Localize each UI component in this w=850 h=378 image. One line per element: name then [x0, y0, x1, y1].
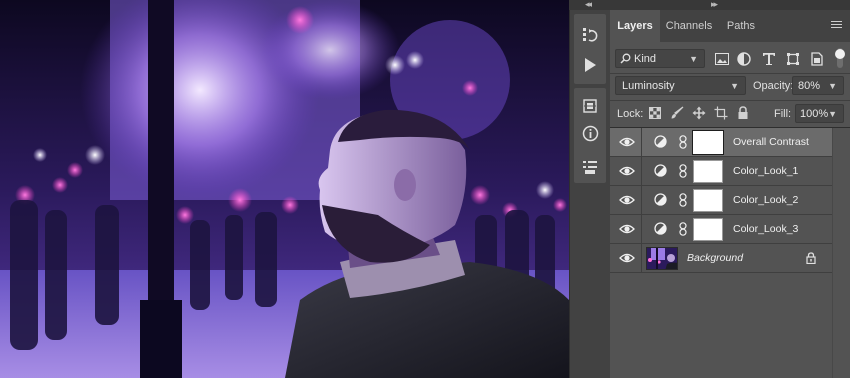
layer-row-overall-contrast[interactable]: Overall Contrast: [610, 128, 834, 157]
layers-panel: ▸▸ Layers Channels Paths Kind ▼ Luminosi…: [610, 0, 850, 378]
document-canvas[interactable]: [0, 0, 569, 378]
layer-mask-thumbnail[interactable]: [693, 189, 723, 212]
background-thumbnail-image: [647, 248, 677, 269]
mask-link-icon[interactable]: [679, 164, 687, 178]
libraries-icon: [583, 99, 597, 113]
layer-row-color-look-2[interactable]: Color_Look_2: [610, 186, 834, 215]
mask-link-icon[interactable]: [679, 193, 687, 207]
lock-pixels-button[interactable]: [668, 104, 686, 122]
layer-name[interactable]: Background: [687, 252, 743, 264]
history-button[interactable]: [574, 20, 606, 50]
filter-adjustment-button[interactable]: [735, 50, 753, 68]
checkerboard-icon: [649, 107, 661, 119]
adjustment-layer-icon: [654, 193, 667, 206]
blend-mode-select[interactable]: Luminosity ▼: [615, 76, 746, 95]
adjustment-circle-icon: [737, 52, 751, 66]
chevron-down-icon: ▼: [828, 109, 837, 119]
panel-tabs: Layers Channels Paths: [610, 10, 850, 42]
layer-name[interactable]: Color_Look_1: [733, 165, 798, 177]
panel-collapse-bar[interactable]: ▸▸: [610, 0, 850, 10]
properties-button[interactable]: [574, 152, 606, 182]
play-actions-icon: [585, 58, 596, 72]
tab-channels[interactable]: Channels: [660, 10, 718, 42]
layer-name[interactable]: Overall Contrast: [733, 136, 809, 148]
layer-image-thumbnail[interactable]: [646, 247, 678, 270]
fill-field[interactable]: 100% ▼: [795, 104, 844, 123]
lock-icon: [806, 252, 816, 264]
opacity-value: 80%: [798, 80, 821, 92]
history-icon: [583, 28, 598, 42]
lock-position-button[interactable]: [690, 104, 708, 122]
layer-row-color-look-1[interactable]: Color_Look_1: [610, 157, 834, 186]
opacity-label: Opacity:: [753, 80, 794, 92]
shape-icon: [787, 53, 799, 65]
mask-link-icon[interactable]: [679, 222, 687, 236]
layers-scrollbar[interactable]: [832, 128, 850, 378]
collapse-chevron-icon[interactable]: ◂◂: [585, 0, 592, 10]
filter-pixel-button[interactable]: [713, 50, 731, 68]
info-button[interactable]: [574, 118, 606, 148]
divider: [610, 100, 850, 101]
brush-icon: [671, 106, 684, 119]
tab-paths[interactable]: Paths: [718, 10, 764, 42]
lock-artboard-button[interactable]: [712, 104, 730, 122]
chevron-down-icon: ▼: [689, 54, 698, 64]
adjustment-layer-icon: [654, 135, 667, 148]
libraries-button[interactable]: [574, 91, 606, 121]
lock-icon: [738, 106, 748, 119]
canvas-photo: [0, 0, 569, 378]
properties-icon: [583, 161, 597, 174]
search-icon: [620, 53, 631, 64]
layer-mask-thumbnail[interactable]: [693, 160, 723, 183]
fill-value: 100%: [800, 108, 829, 120]
visibility-eye-icon[interactable]: [619, 164, 635, 178]
info-icon: [582, 125, 598, 141]
visibility-eye-icon[interactable]: [619, 193, 635, 207]
lock-transparent-button[interactable]: [646, 104, 664, 122]
dock-collapse-bar[interactable]: ◂◂: [569, 0, 610, 10]
move-icon: [692, 106, 706, 120]
panel-menu-icon[interactable]: [831, 21, 842, 31]
layer-mask-thumbnail[interactable]: [693, 218, 723, 241]
collapse-chevron-icon[interactable]: ▸▸: [711, 0, 718, 10]
layer-name[interactable]: Color_Look_3: [733, 223, 798, 235]
chevron-down-icon: ▼: [730, 81, 739, 91]
type-icon: [763, 53, 775, 65]
visibility-eye-icon[interactable]: [619, 135, 635, 149]
filter-kind-select[interactable]: Kind ▼: [615, 49, 705, 68]
lock-label: Lock:: [617, 108, 644, 120]
filter-shape-button[interactable]: [784, 50, 802, 68]
layer-row-background[interactable]: Background: [610, 244, 834, 273]
blend-mode-value: Luminosity: [622, 80, 675, 92]
adjustment-layer-icon: [654, 222, 667, 235]
fill-label: Fill:: [774, 108, 792, 120]
visibility-eye-icon[interactable]: [619, 251, 635, 265]
image-icon: [715, 53, 729, 65]
filter-toggle-switch[interactable]: [834, 48, 846, 70]
divider: [610, 73, 850, 74]
layer-row-color-look-3[interactable]: Color_Look_3: [610, 215, 834, 244]
adjustment-layer-icon: [654, 164, 667, 177]
filter-kind-value: Kind: [634, 53, 657, 65]
visibility-eye-icon[interactable]: [619, 222, 635, 236]
filter-type-button[interactable]: [760, 50, 778, 68]
filter-smart-object-button[interactable]: [808, 50, 826, 68]
layer-name[interactable]: Color_Look_2: [733, 194, 798, 206]
layer-mask-thumbnail[interactable]: [692, 130, 724, 155]
artboard-icon: [714, 106, 728, 120]
chevron-down-icon: ▼: [828, 81, 837, 91]
mask-link-icon[interactable]: [679, 135, 687, 149]
opacity-field[interactable]: 80% ▼: [792, 76, 844, 95]
lock-all-button[interactable]: [734, 104, 752, 122]
tab-layers[interactable]: Layers: [610, 10, 660, 42]
actions-button[interactable]: [574, 50, 606, 80]
smart-object-icon: [811, 52, 823, 66]
